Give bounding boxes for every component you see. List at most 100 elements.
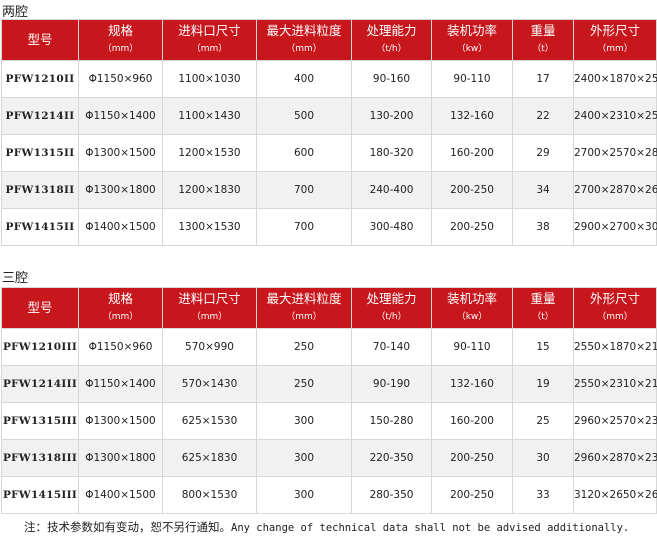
cell-model: PFW1318II [1,171,79,209]
cell-model: PFW1315III [1,402,79,440]
header-label: 重量 [530,23,556,38]
cell-dimensions: 2400×1870×2550 [573,60,657,98]
cell-capacity: 220-350 [351,439,432,477]
table-row: PFW1315II Φ1300×1500 1200×1530 600 180-320 16… [1,134,657,172]
header-label: 外形尺寸 [589,23,640,38]
cell-dimensions: 2700×2870×2600 [573,171,657,209]
cell-model: PFW1210III [1,328,79,366]
header-label: 外形尺寸 [589,291,640,306]
table-row: PFW1214II Φ1150×1400 1100×1430 500 130-200 13… [1,97,657,135]
cell-power: 160-200 [431,134,513,172]
cell-power: 200-250 [431,476,513,514]
cell-model: PFW1415III [1,476,79,514]
cell-spec: Φ1150×960 [78,60,163,98]
header-label: 规格 [107,23,133,38]
cell-power: 200-250 [431,208,513,246]
cell-dimensions: 2960×2570×2380 [573,402,657,440]
cell-capacity: 240-400 [351,171,432,209]
cell-dimensions: 3120×2650×2660 [573,476,657,514]
header-unit: （t/h） [376,44,407,54]
cell-model: PFW1318III [1,439,79,477]
cell-capacity: 130-200 [351,97,432,135]
cell-capacity: 180-320 [351,134,432,172]
cell-weight: 38 [512,208,574,246]
section-title: 两腔 [2,5,29,20]
cell-capacity: 90-160 [351,60,432,98]
footnote-en: Any change of technical data shall not b… [231,522,630,534]
cell-model: PFW1214II [1,97,79,135]
header-power: 装机功率 （kw） [431,19,513,61]
cell-weight: 25 [512,402,574,440]
cell-feed-opening: 1100×1430 [162,97,257,135]
header-unit: （mm） [191,312,228,322]
footnote-cn: 注：技术参数如有变动，恕不另行通知。 [24,520,231,534]
header-unit: （mm） [286,312,322,322]
cell-weight: 17 [512,60,574,98]
header-label: 进料口尺寸 [178,23,241,38]
header-unit: （kw） [456,44,488,54]
cell-max-feed-size: 250 [256,365,352,403]
cell-capacity: 70-140 [351,328,432,366]
cell-power: 200-250 [431,439,513,477]
header-weight: 重量 （t） [512,19,574,61]
header-label: 最大进料粒度 [266,23,342,38]
cell-feed-opening: 1200×1530 [162,134,257,172]
cell-spec: Φ1300×1800 [78,439,163,477]
header-label: 处理能力 [366,291,417,306]
header-unit: （t/h） [376,312,407,322]
cell-spec: Φ1400×1500 [78,208,163,246]
table-row: PFW1318II Φ1300×1800 1200×1830 700 240-400 20… [1,171,657,209]
header-spec: 规格 （mm） [78,19,163,61]
header-unit: （t） [532,312,554,322]
header-label: 进料口尺寸 [178,291,241,306]
cell-max-feed-size: 300 [256,402,352,440]
cell-dimensions: 2400×2310×2550 [573,97,657,135]
header-max-feed-size: 最大进料粒度 （mm） [256,19,352,61]
header-label: 装机功率 [446,23,497,38]
header-label: 型号 [27,300,53,315]
cell-feed-opening: 625×1530 [162,402,257,440]
spec-table-three-chamber: 型号 规格 （mm） 进料口尺寸 （mm） 最大进料粒度 （mm） 处理能力 （t/h） 装机功率… [1,287,657,514]
cell-spec: Φ1150×1400 [78,97,163,135]
header-unit: （mm） [286,44,322,54]
cell-max-feed-size: 300 [256,476,352,514]
cell-capacity: 150-280 [351,402,432,440]
cell-weight: 33 [512,476,574,514]
cell-capacity: 300-480 [351,208,432,246]
header-feed-opening: 进料口尺寸 （mm） [162,19,257,61]
cell-feed-opening: 1300×1530 [162,208,257,246]
cell-power: 90-110 [431,60,513,98]
cell-feed-opening: 1100×1030 [162,60,257,98]
header-feed-opening: 进料口尺寸 （mm） [162,287,257,329]
header-unit: （mm） [102,312,139,322]
header-label: 重量 [530,291,556,306]
cell-weight: 30 [512,439,574,477]
table-row: PFW1210III Φ1150×960 570×990 250 70-140 90-11… [1,328,657,366]
header-power: 装机功率 （kw） [431,287,513,329]
header-dimensions: 外形尺寸 （mm） [573,287,657,329]
cell-weight: 15 [512,328,574,366]
cell-weight: 19 [512,365,574,403]
cell-feed-opening: 1200×1830 [162,171,257,209]
table-row: PFW1415II Φ1400×1500 1300×1530 700 300-480 20… [1,208,657,246]
header-model: 型号 [1,287,79,329]
cell-max-feed-size: 500 [256,97,352,135]
cell-feed-opening: 570×1430 [162,365,257,403]
header-unit: （mm） [597,312,633,322]
cell-feed-opening: 625×1830 [162,439,257,477]
section-title: 三腔 [2,271,29,286]
header-label: 规格 [107,291,133,306]
table-row: PFW1315III Φ1300×1500 625×1530 300 150-280 16… [1,402,657,440]
cell-max-feed-size: 400 [256,60,352,98]
header-capacity: 处理能力 （t/h） [351,19,432,61]
header-model: 型号 [1,19,79,61]
cell-power: 200-250 [431,171,513,209]
header-unit: （mm） [191,44,228,54]
cell-dimensions: 2550×1870×2100 [573,328,657,366]
cell-power: 90-110 [431,328,513,366]
cell-max-feed-size: 700 [256,171,352,209]
header-unit: （t） [532,44,554,54]
cell-feed-opening: 800×1530 [162,476,257,514]
header-max-feed-size: 最大进料粒度 （mm） [256,287,352,329]
cell-spec: Φ1300×1800 [78,171,163,209]
